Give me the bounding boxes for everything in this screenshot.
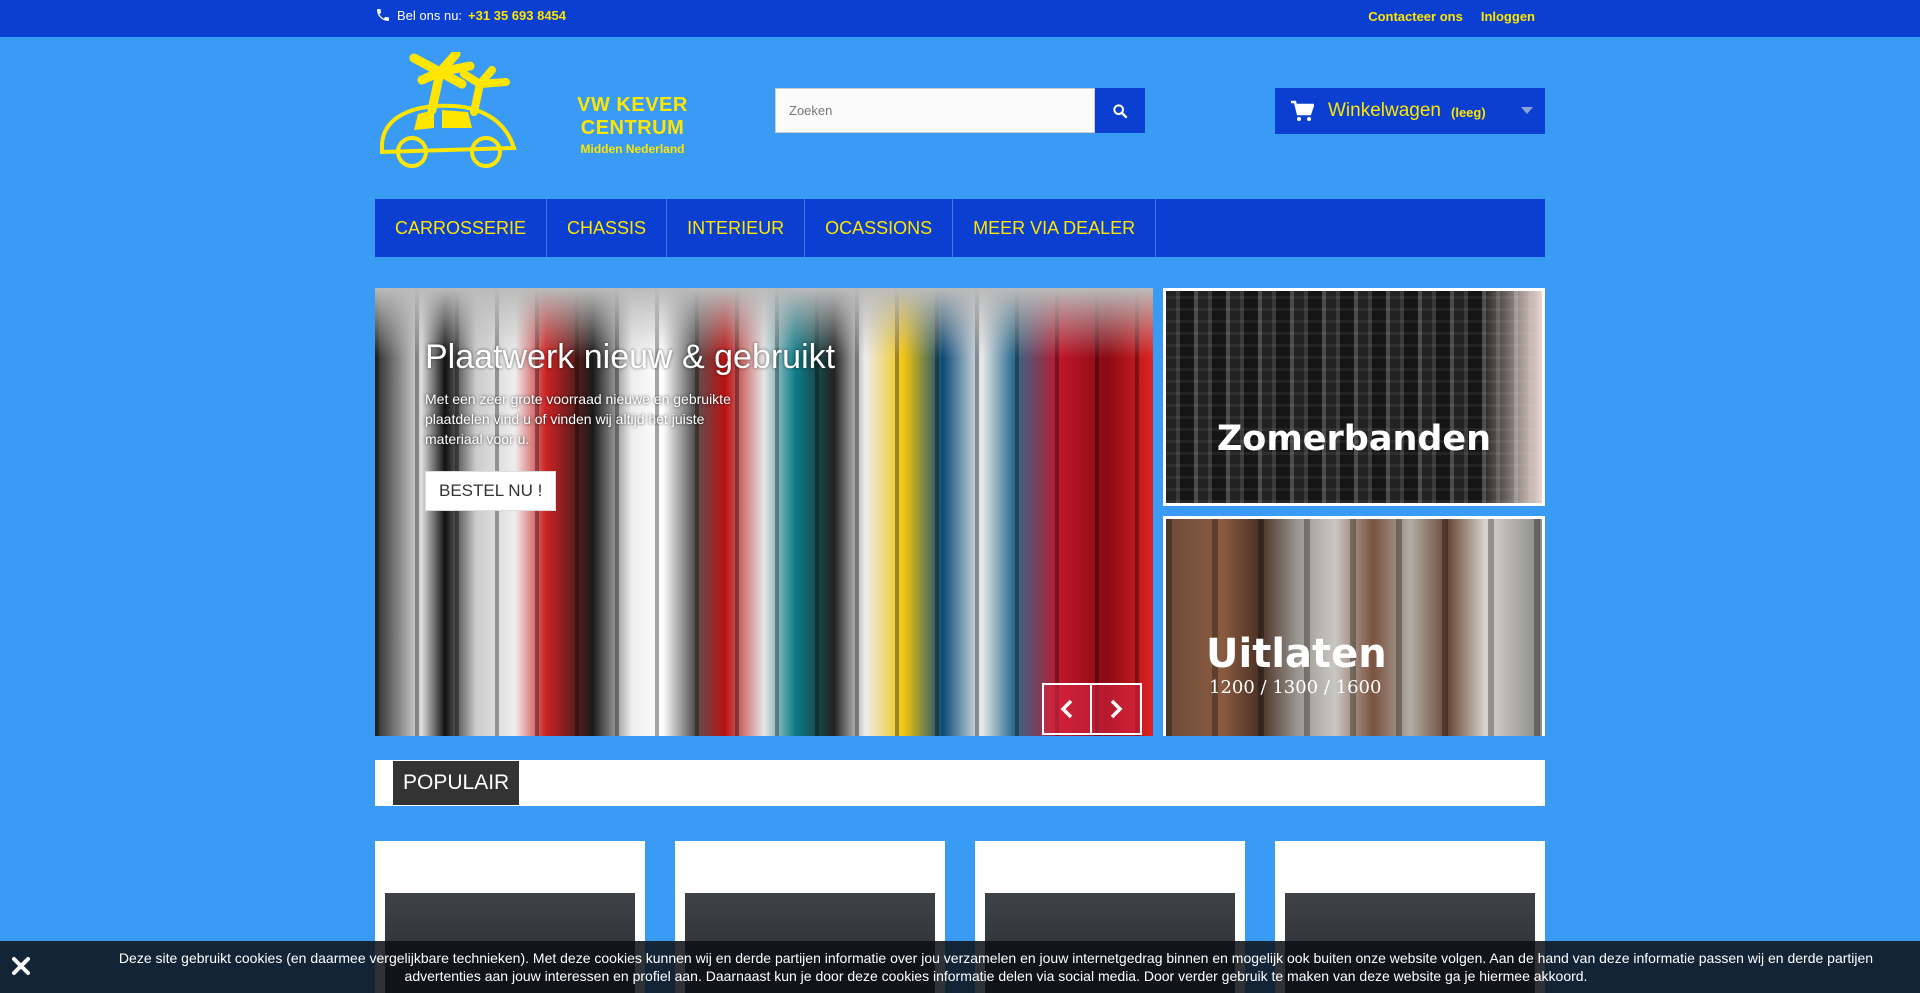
order-now-button[interactable]: BESTEL NU !: [425, 471, 557, 511]
beetle-palm-logo-icon: [380, 49, 517, 168]
top-links: Contacteer ons Inloggen: [1368, 9, 1535, 24]
banner-zomerbanden-title: Zomerbanden: [1216, 419, 1492, 459]
contact-link[interactable]: Contacteer ons: [1368, 9, 1463, 24]
slide-caption: Plaatwerk nieuw & gebruikt Met een zeer …: [425, 338, 835, 511]
menu-item-meer-via-dealer[interactable]: MEER VIA DEALER: [953, 199, 1157, 257]
menu-item-chassis[interactable]: CHASSIS: [547, 199, 668, 257]
banner-uitlaten-subtitle: 1200 / 1300 / 1600: [1209, 677, 1382, 698]
cookie-banner: Deze site gebruikt cookies (en daarmee v…: [0, 941, 1920, 993]
menu-item-interieur[interactable]: INTERIEUR: [667, 199, 806, 257]
slide-prev-button[interactable]: [1042, 683, 1092, 735]
slide-nav: [1042, 683, 1142, 735]
phone-number[interactable]: +31 35 693 8454: [468, 8, 566, 23]
chevron-right-icon: [1110, 699, 1123, 719]
cookie-message: Deze site gebruikt cookies (en daarmee v…: [118, 950, 1874, 984]
search-button[interactable]: [1095, 88, 1145, 133]
main-menu: CARROSSERIE CHASSIS INTERIEUR OCASSIONS …: [375, 199, 1545, 257]
slide-next-button[interactable]: [1092, 683, 1142, 735]
tab-popular[interactable]: POPULAIR: [393, 761, 520, 805]
hero-slider: Plaatwerk nieuw & gebruikt Met een zeer …: [375, 288, 1153, 736]
chevron-down-icon: [1521, 107, 1533, 114]
phone-info: Bel ons nu: +31 35 693 8454: [375, 7, 566, 23]
slide-text: Met een zeer grote voorraad nieuwe en ge…: [425, 391, 731, 447]
search-input[interactable]: [775, 88, 1095, 133]
logo-subtitle: Midden Nederland: [580, 142, 685, 156]
search-icon: [1113, 103, 1128, 118]
phone-label: Bel ons nu:: [397, 7, 463, 23]
slide-title: Plaatwerk nieuw & gebruikt: [425, 338, 836, 376]
banner-zomerbanden[interactable]: Zomerbanden: [1163, 288, 1545, 506]
cart-icon: [1291, 100, 1314, 121]
menu-item-carrosserie[interactable]: CARROSSERIE: [375, 199, 548, 257]
menu-item-ocassions[interactable]: OCASSIONS: [805, 199, 954, 257]
chevron-left-icon: [1060, 699, 1073, 719]
site-logo[interactable]: VW KEVER CENTRUM Midden Nederland: [374, 49, 739, 174]
cart-button[interactable]: Winkelwagen (leeg): [1275, 88, 1545, 134]
logo-title: VW KEVER CENTRUM: [577, 94, 688, 139]
banner-uitlaten-title: Uitlaten: [1206, 631, 1387, 677]
close-icon[interactable]: [10, 955, 32, 977]
cart-label: Winkelwagen: [1328, 100, 1441, 121]
logo-text: VW KEVER CENTRUM Midden Nederland: [526, 94, 739, 156]
login-link[interactable]: Inloggen: [1481, 9, 1535, 24]
banner-uitlaten[interactable]: Uitlaten 1200 / 1300 / 1600: [1163, 516, 1545, 736]
popular-section-header: POPULAIR: [375, 760, 1545, 806]
phone-icon: [377, 9, 389, 21]
top-bar: Bel ons nu: +31 35 693 8454 Contacteer o…: [0, 0, 1920, 37]
cart-status: (leeg): [1451, 105, 1486, 120]
search-form: [775, 88, 1145, 133]
